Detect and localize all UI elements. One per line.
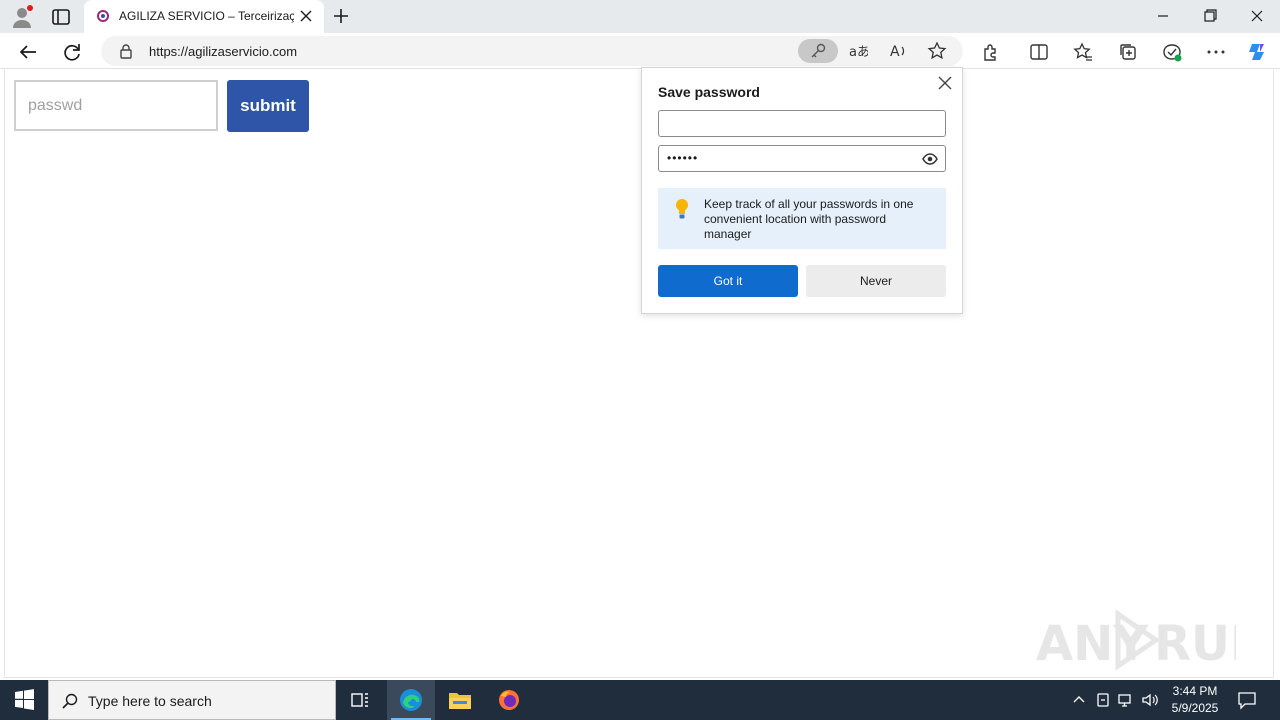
more-options-icon[interactable] bbox=[1205, 41, 1227, 63]
svg-text:RUN: RUN bbox=[1154, 616, 1236, 672]
notifications-icon[interactable] bbox=[1236, 690, 1258, 710]
translate-icon[interactable]: aあ bbox=[848, 41, 868, 61]
extensions-icon[interactable] bbox=[980, 41, 1002, 63]
read-aloud-icon[interactable]: A bbox=[888, 41, 908, 61]
back-icon[interactable] bbox=[17, 41, 39, 63]
folder-icon bbox=[449, 693, 471, 709]
favorite-star-icon[interactable] bbox=[927, 41, 947, 61]
edge-icon bbox=[400, 689, 422, 711]
address-toolbar: https://agilizaservicio.com aあ A bbox=[0, 33, 1280, 69]
address-bar[interactable]: https://agilizaservicio.com aあ A bbox=[101, 36, 963, 66]
taskbar-search-box[interactable]: Type here to search bbox=[48, 680, 336, 720]
search-icon bbox=[62, 693, 78, 709]
tab-actions-icon[interactable] bbox=[50, 6, 72, 28]
tip-text: Keep track of all your passwords in one … bbox=[704, 197, 914, 241]
url-text[interactable]: https://agilizaservicio.com bbox=[149, 44, 297, 59]
taskbar-file-explorer[interactable] bbox=[436, 680, 484, 720]
windows-start-icon[interactable] bbox=[0, 680, 48, 720]
firefox-icon bbox=[499, 690, 519, 710]
tab-active[interactable]: AGILIZA SERVICIO – Terceirização bbox=[84, 0, 324, 33]
tab-close-icon[interactable] bbox=[298, 8, 314, 24]
copilot-icon[interactable] bbox=[1246, 41, 1268, 63]
password-input[interactable] bbox=[14, 80, 218, 131]
submit-button[interactable]: submit bbox=[227, 80, 309, 132]
taskbar-clock[interactable]: 3:44 PM 5/9/2025 bbox=[1168, 683, 1222, 717]
password-field[interactable]: •••••• bbox=[658, 145, 946, 172]
never-button[interactable]: Never bbox=[806, 265, 946, 297]
username-field[interactable] bbox=[658, 110, 946, 137]
collections-icon[interactable] bbox=[1117, 41, 1139, 63]
restore-icon[interactable] bbox=[1199, 6, 1221, 26]
password-manager-tip: Keep track of all your passwords in one … bbox=[658, 188, 946, 249]
new-tab-icon[interactable] bbox=[332, 7, 350, 25]
task-view-icon bbox=[351, 693, 368, 707]
taskbar: Type here to search 3:44 PM 5/9/2025 bbox=[0, 680, 1280, 720]
browser-essentials-icon[interactable] bbox=[1161, 41, 1183, 63]
search-placeholder: Type here to search bbox=[88, 693, 212, 709]
svg-text:A: A bbox=[890, 44, 900, 60]
taskbar-firefox[interactable] bbox=[485, 680, 533, 720]
password-key-button[interactable] bbox=[798, 39, 838, 63]
lightbulb-icon bbox=[676, 199, 688, 219]
password-value: •••••• bbox=[667, 151, 699, 165]
split-screen-icon[interactable] bbox=[1028, 41, 1050, 63]
save-password-popup: Save password •••••• Keep track of all y… bbox=[641, 67, 963, 314]
task-view-button[interactable] bbox=[336, 680, 384, 720]
refresh-icon[interactable] bbox=[61, 41, 83, 63]
device-tray-icon[interactable] bbox=[1094, 691, 1112, 709]
lock-icon[interactable] bbox=[119, 43, 133, 59]
page-viewport bbox=[4, 70, 1274, 678]
volume-icon[interactable] bbox=[1141, 691, 1159, 709]
key-icon bbox=[811, 43, 826, 58]
got-it-button[interactable]: Got it bbox=[658, 265, 798, 297]
popup-title: Save password bbox=[658, 84, 760, 100]
profile-notification-dot bbox=[27, 5, 33, 11]
anyrun-watermark-logo: ANY RUN bbox=[1036, 609, 1236, 672]
svg-text:aあ: aあ bbox=[849, 45, 868, 60]
taskbar-edge[interactable] bbox=[387, 680, 435, 720]
tab-strip: AGILIZA SERVICIO – Terceirização bbox=[0, 0, 1280, 33]
window-close-icon[interactable] bbox=[1246, 6, 1268, 26]
tab-title: AGILIZA SERVICIO – Terceirização bbox=[119, 9, 294, 23]
favorites-icon[interactable] bbox=[1072, 41, 1094, 63]
show-password-eye-icon[interactable] bbox=[922, 151, 938, 167]
show-hidden-icons-chevron-icon[interactable] bbox=[1070, 691, 1088, 709]
minimize-icon[interactable] bbox=[1152, 6, 1174, 26]
clock-date: 5/9/2025 bbox=[1171, 701, 1219, 715]
clock-time: 3:44 PM bbox=[1172, 684, 1218, 698]
network-icon[interactable] bbox=[1117, 691, 1135, 709]
close-icon[interactable] bbox=[937, 75, 953, 91]
site-favicon-icon bbox=[97, 10, 109, 22]
